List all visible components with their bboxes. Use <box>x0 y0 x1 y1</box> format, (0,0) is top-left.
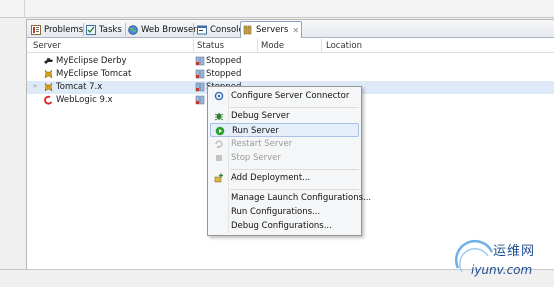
menu-item-manage-launch-configurations[interactable]: Manage Launch Configurations... <box>210 191 371 205</box>
restart-icon <box>215 140 223 149</box>
tab-label: Servers <box>256 25 289 35</box>
editor-area-strip <box>0 0 554 18</box>
server-name: WebLogic 9.x <box>56 95 113 105</box>
menu-item-label: Run Configurations... <box>231 207 321 217</box>
menu-item-label: Run Server <box>232 126 279 136</box>
menu-separator <box>230 189 359 190</box>
left-edge-divider <box>24 0 25 18</box>
tab-label: Console <box>210 24 244 35</box>
column-header-status[interactable]: Status <box>197 41 224 51</box>
problems-icon <box>31 24 41 35</box>
tab-problems[interactable]: Problems <box>29 21 83 38</box>
menu-item-label: Manage Launch Configurations... <box>231 193 372 203</box>
server-name: MyEclipse Derby <box>56 56 127 66</box>
menu-item-run-server[interactable]: Run Server <box>210 123 359 137</box>
stopped-status-icon <box>195 56 205 66</box>
weblogic-icon <box>44 95 53 105</box>
watermark: 运维网 iyunv.com <box>452 236 554 286</box>
menu-item-label: Restart Server <box>231 139 293 149</box>
debug-icon <box>214 113 224 121</box>
tomcat-icon <box>44 69 53 79</box>
menu-item-label: Add Deployment... <box>231 173 311 183</box>
menu-item-restart-server[interactable]: Restart Server <box>210 137 359 151</box>
servers-icon <box>243 25 252 35</box>
tab-label: Problems <box>44 24 84 35</box>
menu-separator <box>230 107 359 108</box>
stop-icon <box>216 155 222 161</box>
tree-expander-icon[interactable]: » <box>33 82 37 90</box>
column-divider[interactable] <box>193 39 194 53</box>
watermark-logo-icon <box>455 239 494 273</box>
server-name: MyEclipse Tomcat <box>56 69 132 79</box>
stopped-status-icon <box>195 82 205 92</box>
server-name: Tomcat 7.x <box>56 82 103 92</box>
derby-icon <box>44 58 53 64</box>
menu-item-configure-server-connector[interactable]: Configure Server Connector <box>210 89 359 103</box>
menu-item-debug-configurations[interactable]: Debug Configurations... <box>210 219 359 233</box>
menu-item-stop-server[interactable]: Stop Server <box>210 151 359 165</box>
watermark-title: 运维网 <box>493 244 536 259</box>
server-status: Stopped <box>206 56 242 66</box>
table-header: Server Status Mode Location <box>27 39 554 53</box>
tab-label: Tasks <box>99 24 122 35</box>
stopped-status-icon <box>195 95 205 105</box>
column-header-server[interactable]: Server <box>33 41 61 51</box>
watermark-url: iyunv.com <box>471 263 533 277</box>
tab-web-browser[interactable]: Web Browser <box>126 21 197 38</box>
tab-label: Web Browser <box>141 24 197 35</box>
menu-separator <box>230 169 359 170</box>
server-row[interactable]: MyEclipse Tomcat Stopped <box>27 68 554 81</box>
menu-item-label: Debug Configurations... <box>231 221 332 231</box>
tab-separator <box>193 23 194 36</box>
menu-item-label: Stop Server <box>231 153 281 163</box>
stopped-status-icon <box>195 69 205 79</box>
menu-item-label: Debug Server <box>231 111 290 121</box>
web-browser-icon <box>128 24 138 35</box>
view-tab-bar: Problems Tasks Web Browser Console Serve… <box>27 20 554 38</box>
column-divider[interactable] <box>321 39 322 53</box>
column-header-location[interactable]: Location <box>326 41 362 51</box>
menu-item-run-configurations[interactable]: Run Configurations... <box>210 205 359 219</box>
tab-console[interactable]: Console <box>195 21 244 38</box>
tab-servers[interactable]: Servers ✕ <box>240 21 302 38</box>
add-deployment-icon <box>214 173 223 183</box>
menu-item-label: Configure Server Connector <box>231 91 350 101</box>
server-row[interactable]: MyEclipse Derby Stopped <box>27 55 554 68</box>
menu-item-add-deployment[interactable]: Add Deployment... <box>210 171 359 185</box>
column-divider[interactable] <box>257 39 258 53</box>
console-icon <box>197 25 207 34</box>
tab-tasks[interactable]: Tasks <box>84 21 122 38</box>
menu-item-debug-server[interactable]: Debug Server <box>210 109 359 123</box>
server-context-menu: Configure Server Connector Debug Server … <box>207 86 371 236</box>
run-icon <box>215 126 225 136</box>
server-status: Stopped <box>206 69 242 79</box>
tasks-icon <box>86 24 96 35</box>
tomcat-icon <box>44 82 53 92</box>
configure-icon <box>214 91 224 101</box>
close-tab-icon[interactable]: ✕ <box>292 26 299 35</box>
column-header-mode[interactable]: Mode <box>261 41 284 51</box>
